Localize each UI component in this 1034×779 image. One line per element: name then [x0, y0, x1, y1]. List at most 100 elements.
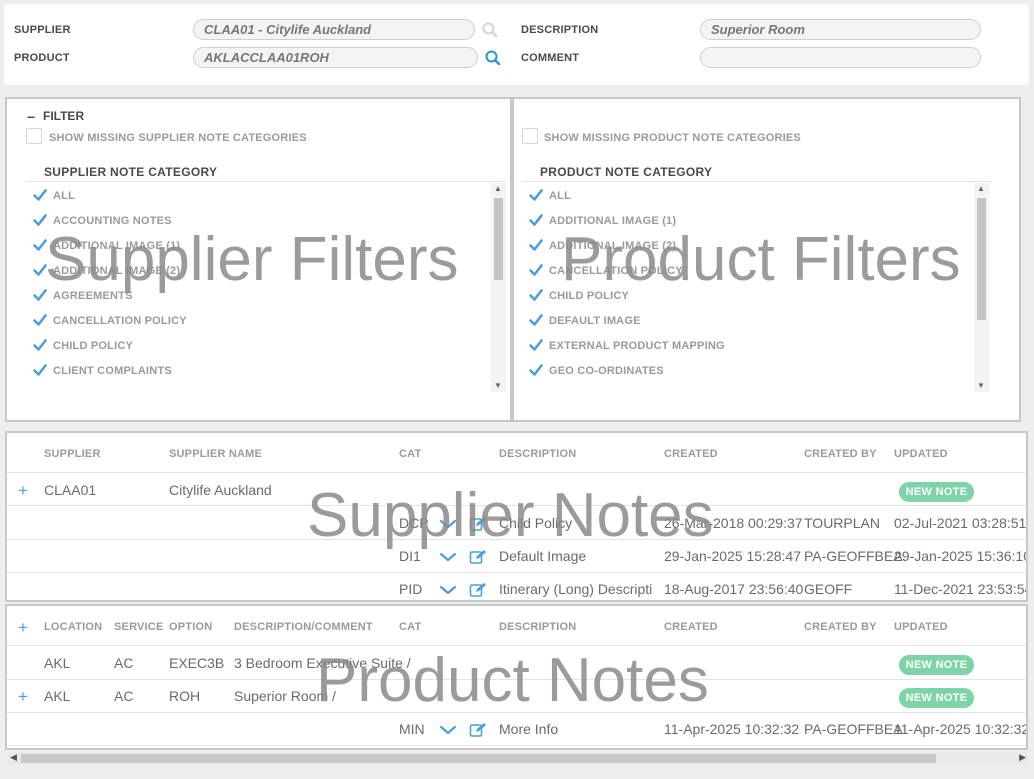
new-note-button[interactable]: NEW NOTE — [899, 655, 974, 675]
col-cat[interactable]: CAT — [399, 621, 421, 633]
comment-label: COMMENT — [521, 52, 580, 64]
checkmark-icon[interactable] — [32, 262, 48, 278]
checkmark-icon[interactable] — [32, 337, 48, 353]
checkmark-icon[interactable] — [32, 187, 48, 203]
checkmark-icon[interactable] — [32, 212, 48, 228]
category-item[interactable]: DEFAULT IMAGE — [522, 308, 974, 333]
category-item[interactable]: CHILD POLICY — [522, 283, 974, 308]
col-created[interactable]: CREATED — [664, 448, 718, 460]
scroll-thumb[interactable] — [21, 754, 936, 763]
checkmark-icon[interactable] — [32, 287, 48, 303]
expand-plus-icon[interactable]: + — [18, 482, 28, 499]
category-item[interactable]: ALL — [26, 183, 491, 208]
divider — [7, 572, 1026, 573]
checkmark-icon[interactable] — [528, 312, 544, 328]
checkmark-icon[interactable] — [528, 187, 544, 203]
category-item[interactable]: GEO CO-ORDINATES — [522, 358, 974, 383]
checkmark-icon[interactable] — [528, 287, 544, 303]
checkmark-icon[interactable] — [528, 362, 544, 378]
col-created-by[interactable]: CREATED BY — [804, 448, 877, 460]
note-created-by: PA-GEOFFBEA — [804, 721, 903, 737]
supplier-category-heading: SUPPLIER NOTE CATEGORY — [44, 165, 218, 179]
chevron-down-icon[interactable] — [439, 516, 457, 532]
col-option[interactable]: OPTION — [169, 621, 212, 633]
col-description-comment[interactable]: DESCRIPTION/COMMENT — [234, 621, 373, 633]
col-updated[interactable]: UPDATED — [894, 448, 948, 460]
category-item[interactable]: ADDITIONAL IMAGE (1) — [26, 233, 491, 258]
description-field[interactable]: Superior Room — [700, 19, 981, 40]
product-category-heading: PRODUCT NOTE CATEGORY — [540, 165, 713, 179]
category-item[interactable]: ACCOUNTING NOTES — [26, 208, 491, 233]
chevron-down-icon[interactable] — [439, 722, 457, 738]
collapse-filter-icon[interactable]: − — [27, 109, 35, 125]
category-label: AGREEMENTS — [53, 290, 133, 302]
supplier-search-icon[interactable] — [481, 21, 499, 39]
product-field[interactable]: AKLACCLAA01ROH — [193, 47, 478, 68]
category-item[interactable]: AGREEMENTS — [26, 283, 491, 308]
chevron-down-icon[interactable] — [439, 549, 457, 565]
category-label: CHILD POLICY — [549, 290, 630, 302]
scroll-left-icon[interactable]: ◀ — [10, 752, 17, 763]
show-missing-product-checkbox[interactable] — [522, 128, 538, 144]
supplier-category-scrollbar[interactable]: ▲ ▼ — [491, 183, 506, 392]
col-cat[interactable]: CAT — [399, 448, 421, 460]
category-item[interactable]: CLIENT COMPLAINTS — [26, 358, 491, 383]
filter-title: FILTER — [43, 109, 85, 123]
checkmark-icon[interactable] — [32, 237, 48, 253]
category-item[interactable]: ADDITIONAL IMAGE (2) — [522, 233, 974, 258]
category-item[interactable]: CANCELLATION POLICY — [26, 308, 491, 333]
col-updated[interactable]: UPDATED — [894, 621, 948, 633]
edit-icon[interactable] — [469, 582, 487, 598]
horizontal-scrollbar[interactable]: ◀ ▶ — [8, 752, 1028, 765]
category-item[interactable]: CHILD POLICY — [26, 333, 491, 358]
col-description[interactable]: DESCRIPTION — [499, 448, 576, 460]
checkmark-icon[interactable] — [528, 212, 544, 228]
divider — [26, 181, 506, 182]
comment-field[interactable] — [700, 47, 981, 68]
col-created-by[interactable]: CREATED BY — [804, 621, 877, 633]
expand-plus-icon[interactable]: + — [18, 688, 28, 705]
group-option: EXEC3B — [169, 655, 225, 671]
note-updated: 29-Jan-2025 15:36:10 — [894, 548, 1028, 564]
note-cat: MIN — [399, 721, 425, 737]
checkmark-icon[interactable] — [32, 362, 48, 378]
category-item[interactable]: ADDITIONAL IMAGE (1) — [522, 208, 974, 233]
chevron-down-icon[interactable] — [439, 582, 457, 598]
checkmark-icon[interactable] — [528, 237, 544, 253]
category-label: ALL — [549, 190, 571, 202]
checkmark-icon[interactable] — [32, 312, 48, 328]
col-service[interactable]: SERVICE — [114, 621, 164, 633]
show-missing-supplier-checkbox[interactable] — [26, 128, 42, 144]
col-supplier-name[interactable]: SUPPLIER NAME — [169, 448, 262, 460]
checkmark-icon[interactable] — [528, 262, 544, 278]
edit-icon[interactable] — [469, 516, 487, 532]
category-label: GEO CO-ORDINATES — [549, 365, 664, 377]
col-location[interactable]: LOCATION — [44, 621, 102, 633]
col-supplier[interactable]: SUPPLIER — [44, 448, 101, 460]
new-note-button[interactable]: NEW NOTE — [899, 688, 974, 708]
edit-icon[interactable] — [469, 722, 487, 738]
note-created-by: GEOFF — [804, 581, 853, 597]
group-supplier-name: Citylife Auckland — [169, 482, 272, 498]
checkmark-icon[interactable] — [528, 337, 544, 353]
group-service: AC — [114, 688, 134, 704]
scroll-right-icon[interactable]: ▶ — [1019, 752, 1026, 763]
show-missing-supplier-label: SHOW MISSING SUPPLIER NOTE CATEGORIES — [49, 132, 307, 144]
edit-icon[interactable] — [469, 549, 487, 565]
category-item[interactable]: EXTERNAL PRODUCT MAPPING — [522, 333, 974, 358]
note-created: 18-Aug-2017 23:56:40 — [664, 581, 804, 597]
product-category-scrollbar[interactable]: ▲ ▼ — [974, 183, 989, 392]
col-created[interactable]: CREATED — [664, 621, 718, 633]
category-item[interactable]: ADDITIONAL IMAGE (2) — [26, 258, 491, 283]
category-label: CANCELLATION POLICY — [549, 265, 683, 277]
product-search-icon[interactable] — [484, 49, 502, 67]
category-item[interactable]: CANCELLATION POLICY — [522, 258, 974, 283]
supplier-field[interactable]: CLAA01 - Citylife Auckland — [193, 19, 475, 40]
col-description[interactable]: DESCRIPTION — [499, 621, 576, 633]
category-label: ADDITIONAL IMAGE (2) — [549, 240, 677, 252]
expand-all-plus-icon[interactable]: + — [18, 619, 28, 636]
note-created: 29-Jan-2025 15:28:47 — [664, 548, 801, 564]
new-note-button[interactable]: NEW NOTE — [899, 482, 974, 502]
group-location: AKL — [44, 655, 71, 671]
category-item[interactable]: ALL — [522, 183, 974, 208]
